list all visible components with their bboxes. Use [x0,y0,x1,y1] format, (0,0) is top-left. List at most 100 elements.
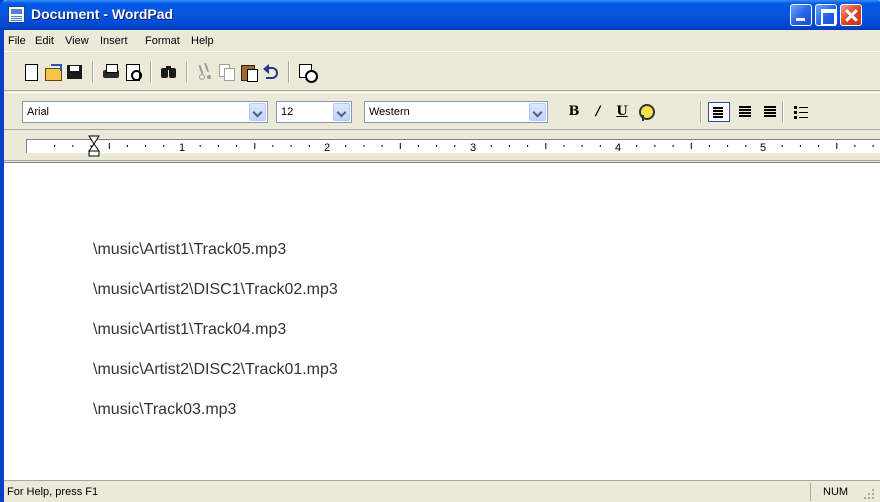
ruler-tick [581,145,583,147]
bullets-button[interactable] [790,102,812,122]
ruler-tick [454,145,456,147]
italic-button[interactable]: / [588,103,608,121]
ruler-tick [381,145,383,147]
ruler-tick [145,145,147,147]
menu-format[interactable]: Format [145,35,180,47]
ruler-tick [254,143,256,149]
ruler-tick [545,143,547,149]
ruler-tick [836,143,838,149]
ruler-tick [490,145,492,147]
indent-marker-icon[interactable] [88,135,100,157]
document-line[interactable]: \music\Artist1\Track04.mp3 [93,321,286,339]
ruler-number-5: 5 [760,142,766,154]
font-name-select[interactable]: Arial [22,101,268,123]
bold-button[interactable]: B [564,103,584,121]
ruler-number-1: 1 [179,142,185,154]
toolbar-separator [700,101,702,123]
cut-icon[interactable] [196,63,214,81]
status-bar: For Help, press F1 NUM [4,480,880,502]
ruler-tick [163,145,165,147]
toolbar-separator [782,101,784,123]
underline-button[interactable]: U [612,103,632,121]
ruler-tick [399,143,401,149]
toolbar-separator [186,61,188,83]
menu-file[interactable]: File [8,35,26,47]
ruler-tick [272,145,274,147]
ruler-tick [54,145,56,147]
status-num-indicator: NUM [823,486,849,498]
paste-icon[interactable] [240,63,258,82]
menu-edit[interactable]: Edit [35,35,54,47]
font-script-select[interactable]: Western [364,101,548,123]
document-area[interactable]: \music\Artist1\Track05.mp3 \music\Artist… [4,162,880,480]
ruler-tick [563,145,565,147]
minimize-button[interactable] [790,4,812,26]
ruler-tick [654,145,656,147]
print-icon[interactable] [102,63,120,81]
window-title: Document - WordPad [31,6,174,22]
ruler-tick [217,145,219,147]
ruler-tick [672,145,674,147]
ruler-number-3: 3 [470,142,476,154]
ruler-tick [308,145,310,147]
ruler-tick [363,145,365,147]
title-bar[interactable]: Document - WordPad [0,0,880,30]
maximize-button[interactable] [815,4,837,26]
font-size-value: 12 [281,106,294,118]
ruler-tick [108,143,110,149]
resize-grip-icon[interactable] [862,487,876,501]
find-icon[interactable] [160,63,178,81]
align-left-button[interactable] [708,102,730,122]
save-icon[interactable] [66,63,84,81]
wordpad-app-icon[interactable] [8,6,25,23]
print-preview-icon[interactable] [124,63,142,81]
ruler-tick [126,145,128,147]
chevron-down-icon[interactable] [333,103,350,121]
ruler-number-4: 4 [615,142,621,154]
open-folder-icon[interactable] [44,63,62,81]
chevron-down-icon[interactable] [529,103,546,121]
document-line[interactable]: \music\Track03.mp3 [93,401,236,419]
ruler-tick [799,145,801,147]
font-size-select[interactable]: 12 [276,101,352,123]
ruler-number-2: 2 [324,142,330,154]
ruler-tick [508,145,510,147]
date-time-icon[interactable] [298,63,318,83]
ruler-tick [290,145,292,147]
status-num-pane: NUM [810,483,858,501]
font-script-value: Western [369,106,410,118]
document-line[interactable]: \music\Artist2\DISC2\Track01.mp3 [93,361,338,379]
toolbar-separator [92,61,94,83]
font-color-icon[interactable] [636,103,656,121]
ruler-tick [727,145,729,147]
ruler-tick [345,145,347,147]
undo-icon[interactable] [262,63,280,81]
ruler-tick [690,143,692,149]
align-center-button[interactable] [734,102,756,122]
document-line[interactable]: \music\Artist2\DISC1\Track02.mp3 [93,281,338,299]
ruler-tick [199,145,201,147]
ruler-tick [636,145,638,147]
menu-view[interactable]: View [65,35,89,47]
ruler-tick [745,145,747,147]
document-line[interactable]: \music\Artist1\Track05.mp3 [93,241,286,259]
menu-insert[interactable]: Insert [100,35,128,47]
new-document-icon[interactable] [22,63,40,81]
font-name-value: Arial [27,106,50,118]
wordpad-window: Document - WordPad File Edit View Insert… [0,0,880,502]
status-help-text: For Help, press F1 [7,486,99,498]
ruler-tick [599,145,601,147]
ruler-tick [781,145,783,147]
format-toolbar: Arial 12 Western B / U [4,92,880,130]
standard-toolbar [4,53,880,91]
align-right-button[interactable] [758,102,780,122]
menu-bar: File Edit View Insert Format Help [4,30,880,52]
ruler-tick [818,145,820,147]
chevron-down-icon[interactable] [249,103,266,121]
ruler-tick [436,145,438,147]
close-button[interactable] [840,4,862,26]
ruler[interactable]: 1 2 3 4 5 [4,131,880,161]
copy-icon[interactable] [218,63,236,81]
ruler-tick [708,145,710,147]
menu-help[interactable]: Help [191,35,214,47]
